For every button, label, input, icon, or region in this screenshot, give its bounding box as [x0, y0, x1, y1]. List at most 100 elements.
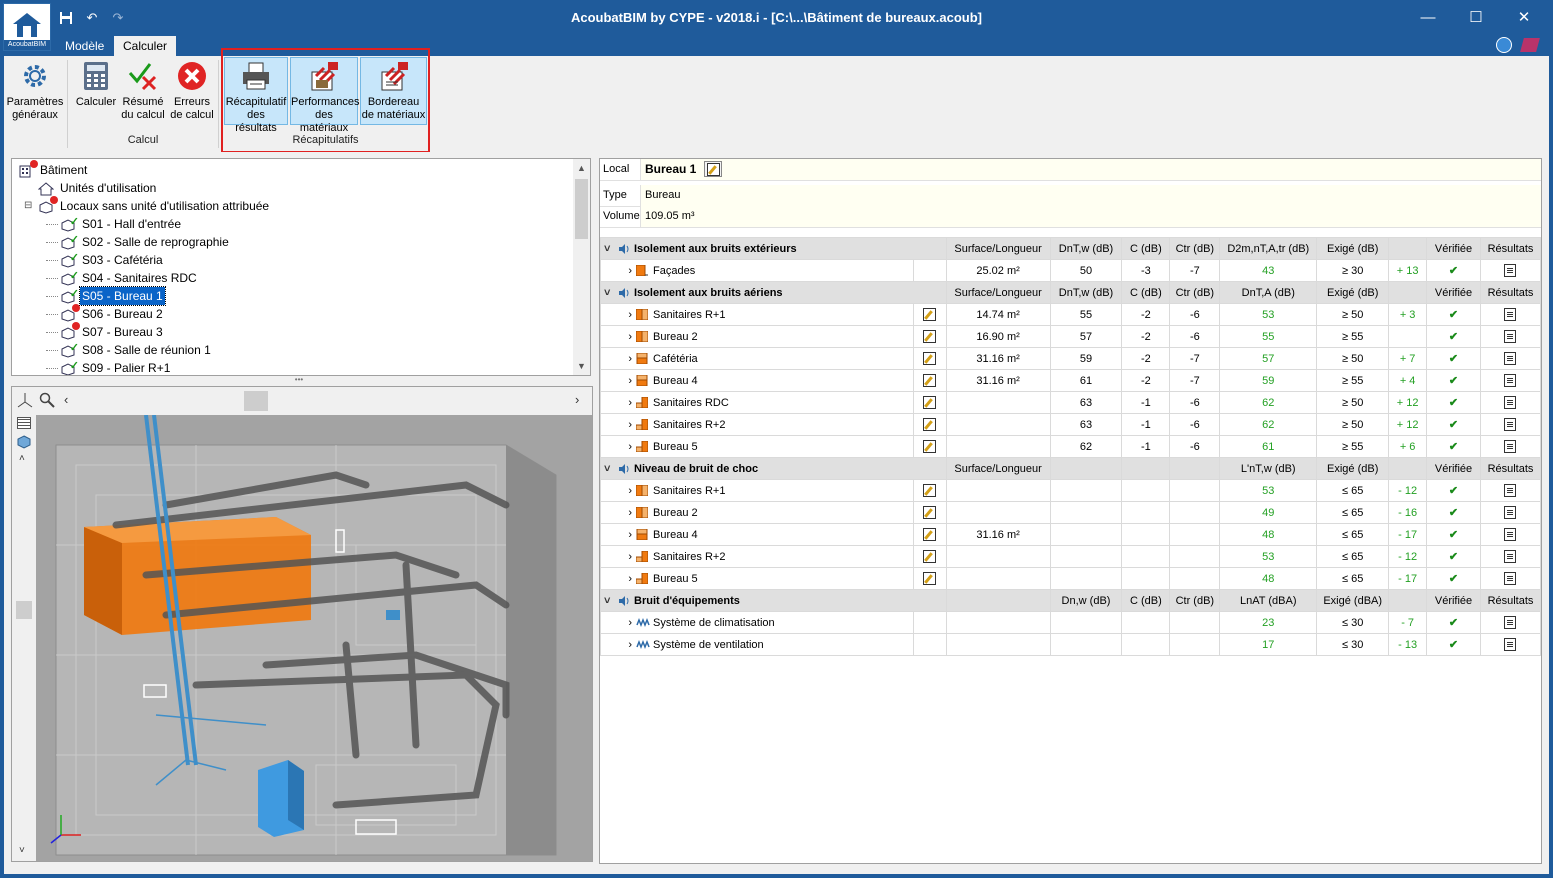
edit-icon[interactable]: [923, 550, 937, 563]
table-row[interactable]: › Bureau 5 48 ≤ 65- 17 ✔: [600, 567, 1542, 590]
row-name-cell[interactable]: › Bureau 2: [600, 501, 914, 524]
edit-cell[interactable]: [912, 347, 947, 370]
table-row[interactable]: › Façades 25.02 m² 50 -3 -7 43 ≥ 30 + 13 ✔: [600, 259, 1542, 282]
table-row[interactable]: › Bureau 5 62 -1 -6 61 ≥ 55 + 6 ✔: [600, 435, 1542, 458]
section-title[interactable]: ˅ Niveau de bruit de choc: [600, 457, 947, 480]
results-cell[interactable]: [1479, 435, 1542, 458]
cube-icon[interactable]: [17, 435, 31, 449]
edit-icon[interactable]: [923, 572, 937, 585]
results-document-icon[interactable]: [1504, 638, 1517, 651]
row-name-cell[interactable]: › Cafétéria: [600, 347, 914, 370]
tab-calculer[interactable]: Calculer: [114, 36, 177, 56]
results-document-icon[interactable]: [1504, 572, 1517, 585]
row-name-cell[interactable]: › Bureau 5: [600, 435, 914, 458]
edit-icon[interactable]: [923, 396, 937, 409]
minimize-icon[interactable]: —: [1413, 6, 1443, 28]
edit-icon[interactable]: [923, 440, 937, 453]
table-row[interactable]: › Bureau 4 31.16 m² 48 ≤ 65- 17 ✔: [600, 523, 1542, 546]
section-header-row[interactable]: ˅ Isolement aux bruits aériens Surface/Lon…: [600, 281, 1542, 304]
chevron-right-icon[interactable]: ›: [604, 573, 636, 585]
edit-cell[interactable]: [912, 369, 947, 392]
section-title[interactable]: ˅ Isolement aux bruits aériens: [600, 281, 947, 304]
section-header-row[interactable]: ˅ Isolement aux bruits extérieurs Surface/…: [600, 237, 1542, 260]
row-name-cell[interactable]: › Sanitaires RDC: [600, 391, 914, 414]
chevron-right-icon[interactable]: ›: [604, 485, 636, 497]
vertical-scroll-thumb[interactable]: [16, 601, 32, 619]
table-row[interactable]: › Bureau 2 16.90 m² 57 -2 -6 55 ≥ 55 ✔: [600, 325, 1542, 348]
table-row[interactable]: › Cafétéria 31.16 m² 59 -2 -7 57 ≥ 50 + 7 ✔: [600, 347, 1542, 370]
edit-cell[interactable]: [912, 523, 947, 546]
chevron-down-icon[interactable]: ˅: [604, 243, 618, 255]
table-row[interactable]: › Système de climatisation 23 ≤ 30- 7 ✔: [600, 611, 1542, 634]
chevron-right-icon[interactable]: ›: [604, 617, 636, 629]
edit-icon[interactable]: [923, 352, 937, 365]
results-cell[interactable]: [1479, 633, 1542, 656]
horizontal-scroll-thumb[interactable]: [244, 391, 268, 411]
table-row[interactable]: › Sanitaires R+1 53 ≤ 65- 12 ✔: [600, 479, 1542, 502]
row-name-cell[interactable]: › Bureau 4: [600, 369, 914, 392]
chevron-right-icon[interactable]: ›: [604, 551, 636, 563]
chevron-down-icon[interactable]: ˅: [19, 845, 25, 856]
app-logo[interactable]: AcoubatBIM: [3, 3, 51, 51]
results-cell[interactable]: [1479, 303, 1542, 326]
row-name-cell[interactable]: › Système de climatisation: [600, 611, 914, 634]
results-cell[interactable]: [1479, 501, 1542, 524]
building-3d-model[interactable]: [36, 415, 592, 861]
results-document-icon[interactable]: [1504, 550, 1517, 563]
edit-cell[interactable]: [912, 303, 947, 326]
edit-cell[interactable]: [912, 413, 947, 436]
results-document-icon[interactable]: [1504, 418, 1517, 431]
results-cell[interactable]: [1479, 369, 1542, 392]
edit-cell[interactable]: [912, 325, 947, 348]
resume-du-calcul-button[interactable]: Résumé du calcul: [120, 58, 166, 128]
edit-cell[interactable]: [912, 567, 947, 590]
results-cell[interactable]: [1479, 523, 1542, 546]
chevron-right-icon[interactable]: ›: [604, 419, 636, 431]
edit-cell[interactable]: [912, 479, 947, 502]
table-row[interactable]: › Système de ventilation 17 ≤ 30- 13 ✔: [600, 633, 1542, 656]
tree-item[interactable]: S06 - Bureau 2: [46, 303, 165, 323]
results-document-icon[interactable]: [1504, 308, 1517, 321]
section-header-row[interactable]: ˅ Bruit d'équipements Dn,w (dB) C (dB) Ctr (…: [600, 589, 1542, 612]
results-document-icon[interactable]: [1504, 396, 1517, 409]
tree-item[interactable]: ✓ S08 - Salle de réunion 1: [46, 341, 213, 359]
parametres-generaux-button[interactable]: Paramètres généraux: [4, 58, 66, 128]
section-title[interactable]: ˅ Isolement aux bruits extérieurs: [600, 237, 947, 260]
calculer-button[interactable]: Calculer: [72, 58, 120, 128]
recapitulatif-resultats-button[interactable]: Récapitulatif des résultats: [224, 57, 288, 134]
chevron-right-icon[interactable]: ›: [604, 265, 636, 277]
results-cell[interactable]: [1479, 545, 1542, 568]
scroll-thumb[interactable]: [575, 179, 588, 239]
chevron-right-icon[interactable]: ›: [604, 441, 636, 453]
tree-item[interactable]: ✓ S05 - Bureau 1: [46, 286, 166, 306]
row-name-cell[interactable]: › Façades: [600, 259, 914, 282]
results-document-icon[interactable]: [1504, 352, 1517, 365]
edit-cell[interactable]: [912, 501, 947, 524]
splitter-handle[interactable]: •••: [291, 376, 307, 384]
edit-icon[interactable]: [923, 308, 937, 321]
row-name-cell[interactable]: › Sanitaires R+1: [600, 303, 914, 326]
edit-cell[interactable]: [912, 435, 947, 458]
row-name-cell[interactable]: › Système de ventilation: [600, 633, 914, 656]
collapse-icon[interactable]: ⊟: [24, 197, 32, 215]
results-document-icon[interactable]: [1504, 330, 1517, 343]
results-cell[interactable]: [1479, 325, 1542, 348]
erreurs-de-calcul-button[interactable]: Erreurs de calcul: [168, 58, 216, 128]
table-row[interactable]: › Sanitaires R+2 53 ≤ 65- 12 ✔: [600, 545, 1542, 568]
row-name-cell[interactable]: › Bureau 5: [600, 567, 914, 590]
layers-icon[interactable]: [17, 417, 31, 429]
edit-cell[interactable]: [912, 391, 947, 414]
edit-local-button[interactable]: [704, 161, 722, 177]
axes-icon[interactable]: [17, 392, 33, 408]
tree-item[interactable]: Bâtiment: [18, 159, 89, 179]
scroll-down-icon[interactable]: ▼: [577, 361, 586, 371]
edit-icon[interactable]: [923, 484, 937, 497]
results-cell[interactable]: [1479, 413, 1542, 436]
section-header-row[interactable]: ˅ Niveau de bruit de choc Surface/Longueur…: [600, 457, 1542, 480]
scroll-left-icon[interactable]: ‹: [64, 392, 68, 407]
table-row[interactable]: › Sanitaires R+2 63 -1 -6 62 ≥ 50 + 12 ✔: [600, 413, 1542, 436]
chevron-right-icon[interactable]: ›: [604, 507, 636, 519]
row-name-cell[interactable]: › Sanitaires R+1: [600, 479, 914, 502]
tab-modele[interactable]: Modèle: [56, 36, 113, 56]
row-name-cell[interactable]: › Bureau 4: [600, 523, 914, 546]
